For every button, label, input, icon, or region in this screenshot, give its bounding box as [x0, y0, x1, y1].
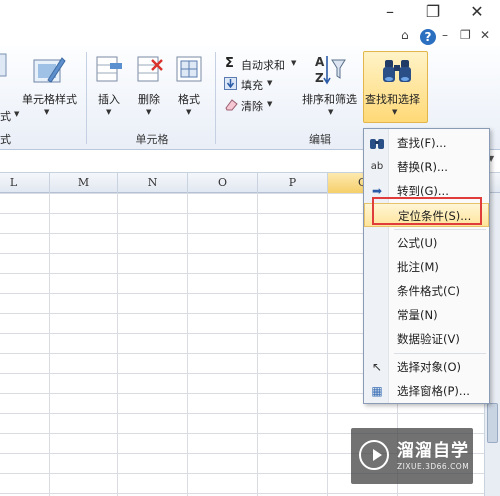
- grid-line: [49, 193, 50, 496]
- grid-line: [327, 193, 328, 496]
- workbook-restore-button[interactable]: ❐: [460, 28, 471, 42]
- menu-item-constants[interactable]: 常量(N): [364, 303, 489, 327]
- cells-group-label: 单元格: [135, 133, 169, 146]
- fill-down-icon: [224, 77, 237, 90]
- menu-item-comments[interactable]: 批注(M): [364, 255, 489, 279]
- menu-item-label: 数据验证(V): [397, 332, 460, 346]
- menu-item-label: 条件格式(C): [397, 284, 461, 298]
- cell-styles-icon: [33, 57, 66, 83]
- collapse-ribbon-icon[interactable]: ⌂: [401, 28, 409, 42]
- help-icon[interactable]: ?: [420, 29, 436, 45]
- group-divider: [86, 52, 87, 144]
- chevron-down-icon: ▼: [44, 108, 50, 116]
- binoculars-icon: [370, 139, 384, 149]
- sigma-icon: Σ: [225, 56, 234, 71]
- find-select-menu: 查找(F)... ab 替换(R)... ➡ 转到(G)... 定位条件(S).…: [363, 128, 490, 404]
- editing-group-label: 编辑: [309, 133, 331, 146]
- title-bar: – ❐ ✕: [0, 0, 500, 28]
- sort-filter-button[interactable]: 排序和筛选: [302, 91, 357, 107]
- autosum-button[interactable]: 自动求和: [241, 57, 285, 73]
- replace-icon: ab: [370, 161, 384, 172]
- find-select-button[interactable]: 查找和选择 ▼: [363, 51, 428, 123]
- format-cells-icon: [176, 56, 202, 82]
- delete-button[interactable]: 删除: [138, 91, 160, 107]
- chevron-down-icon: ▼: [392, 108, 398, 116]
- grid-line: [117, 193, 118, 496]
- menu-item-label: 选择窗格(P)...: [397, 384, 470, 398]
- pointer-icon: ↖: [371, 360, 383, 374]
- column-header[interactable]: O: [188, 173, 258, 193]
- menu-item-formulas[interactable]: 公式(U): [364, 231, 489, 255]
- chevron-down-icon: ▼: [106, 108, 112, 116]
- chevron-down-icon: ▼: [328, 108, 334, 116]
- column-header[interactable]: P: [258, 173, 328, 193]
- chevron-down-icon: ▼: [291, 59, 297, 67]
- chevron-down-icon: ▼: [267, 79, 273, 87]
- insert-cells-icon: [96, 56, 122, 82]
- menu-item-replace[interactable]: ab 替换(R)...: [364, 155, 489, 179]
- column-header[interactable]: N: [118, 173, 188, 193]
- svg-text:A: A: [315, 55, 325, 69]
- sort-filter-icon: A Z: [315, 55, 346, 85]
- menu-item-data-validation[interactable]: 数据验证(V): [364, 327, 489, 351]
- play-logo-icon: [359, 440, 389, 470]
- cell-styles-button[interactable]: 单元格样式: [22, 91, 77, 107]
- chevron-down-icon: ▼: [267, 100, 273, 108]
- close-button[interactable]: ✕: [462, 2, 492, 21]
- menu-item-label: 查找(F)...: [397, 136, 447, 150]
- svg-text:Z: Z: [315, 71, 324, 85]
- scrollbar-thumb[interactable]: [487, 403, 498, 443]
- restore-button[interactable]: ❐: [418, 2, 448, 21]
- grid-line: [257, 193, 258, 496]
- menu-item-label: 常量(N): [397, 308, 438, 322]
- minimize-button[interactable]: –: [375, 2, 405, 21]
- delete-cells-icon: [137, 56, 163, 82]
- grid-line: [187, 193, 188, 496]
- find-select-label: 查找和选择: [365, 93, 420, 106]
- chevron-down-icon: ▼: [186, 108, 192, 116]
- watermark-subtitle: ZIXUE.3D66.COM: [397, 462, 470, 471]
- highlight-annotation-box: [372, 197, 482, 225]
- styles-group-label: 式: [0, 133, 11, 146]
- menu-separator: [394, 353, 486, 354]
- menu-item-label: 选择对象(O): [397, 360, 462, 374]
- workbook-close-button[interactable]: ✕: [480, 28, 490, 42]
- insert-button[interactable]: 插入: [98, 91, 120, 107]
- selection-pane-icon: ▦: [371, 384, 383, 398]
- menu-item-selection-pane[interactable]: ▦ 选择窗格(P)...: [364, 379, 489, 403]
- menu-item-label: 公式(U): [397, 236, 438, 250]
- menu-item-find[interactable]: 查找(F)...: [364, 131, 489, 155]
- format-button[interactable]: 格式: [178, 91, 200, 107]
- watermark-title: 溜溜自学: [397, 441, 469, 461]
- fill-button[interactable]: 填充: [241, 77, 263, 93]
- menu-separator: [394, 229, 486, 230]
- binoculars-icon: [383, 60, 411, 82]
- clear-button[interactable]: 清除: [241, 98, 263, 114]
- column-header[interactable]: L: [0, 173, 50, 193]
- format-style-icon: [0, 53, 7, 77]
- chevron-down-icon: ▼: [14, 110, 20, 118]
- ribbon-help-bar: ⌂ ? – ❐ ✕: [0, 28, 500, 46]
- menu-item-label: 批注(M): [397, 260, 439, 274]
- eraser-icon: [225, 99, 238, 111]
- watermark: 溜溜自学 ZIXUE.3D66.COM: [351, 428, 473, 484]
- workbook-minimize-button[interactable]: –: [442, 28, 448, 42]
- column-header[interactable]: M: [50, 173, 118, 193]
- chevron-down-icon: ▼: [146, 108, 152, 116]
- menu-item-conditional-formatting[interactable]: 条件格式(C): [364, 279, 489, 303]
- group-divider: [215, 52, 216, 144]
- menu-item-label: 替换(R)...: [397, 160, 448, 174]
- menu-item-select-objects[interactable]: ↖ 选择对象(O): [364, 355, 489, 379]
- format-as-table-label[interactable]: 式: [0, 108, 11, 124]
